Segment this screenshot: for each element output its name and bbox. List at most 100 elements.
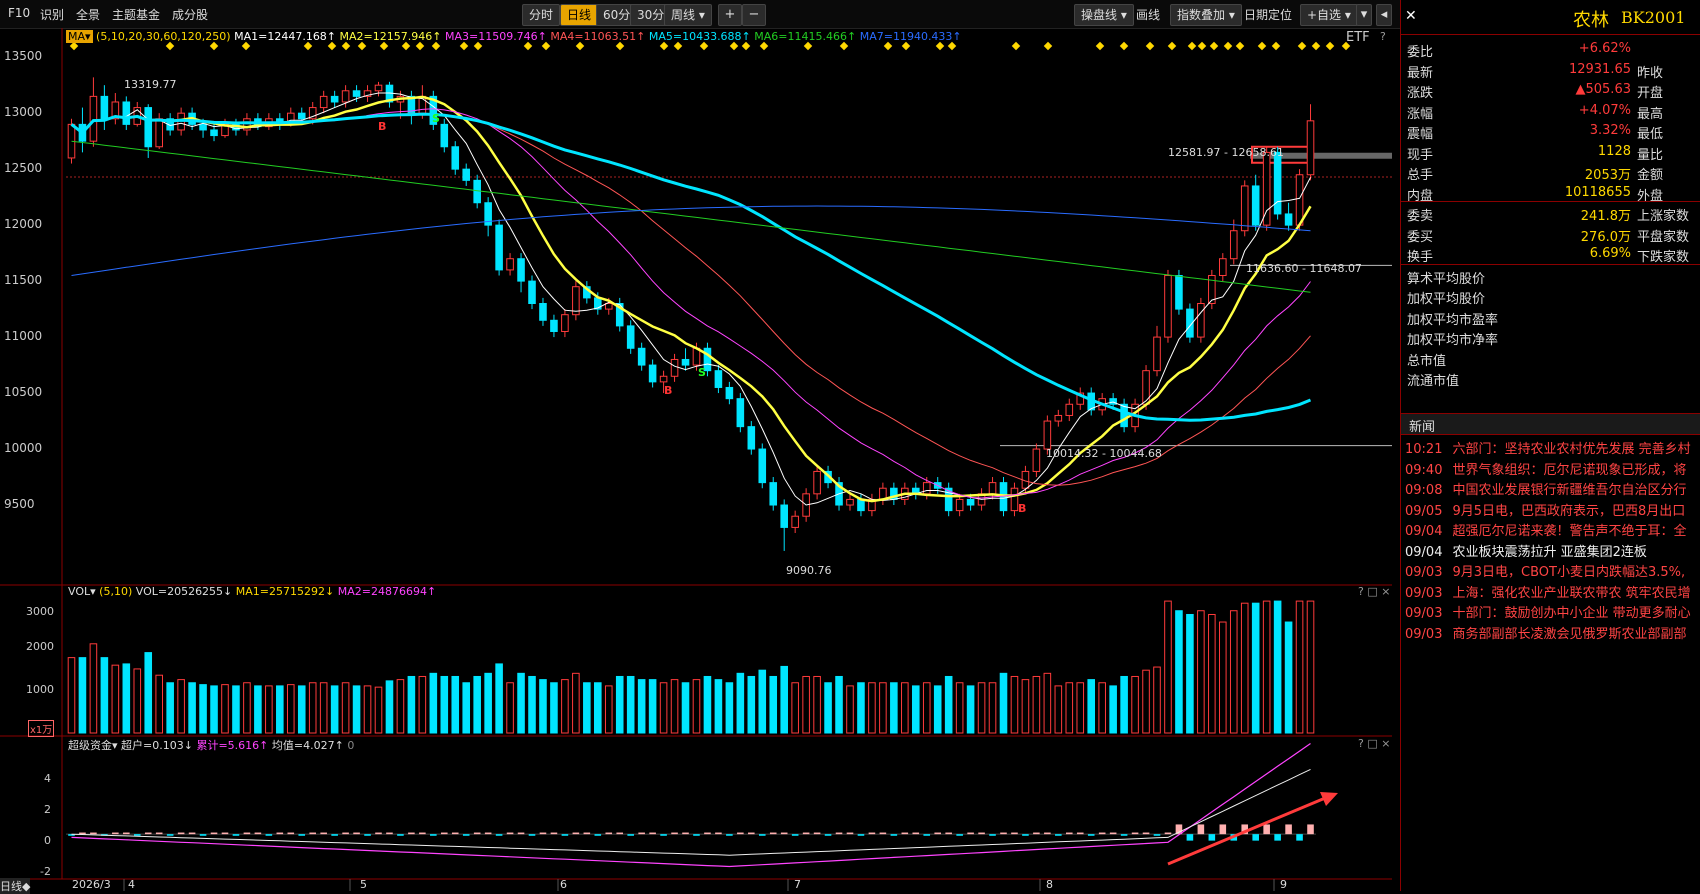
fund-bar [1274,834,1281,841]
add-watchlist-dropdown[interactable]: +自选 ▾ [1300,4,1358,26]
f10-link[interactable]: F10 [8,6,30,20]
trade-line-dropdown[interactable]: 操盘线 ▾ [1074,4,1134,26]
volume-bar [703,675,712,734]
fund-bar [1131,832,1139,835]
help-icon[interactable]: ? [1380,30,1386,43]
period-daily-button[interactable]: 日线 [560,4,599,26]
news-item[interactable]: 09:08 中国农业发展银行新疆维吾尔自治区分行 [1405,479,1700,501]
news-item[interactable]: 09/03 上海：强化农业产业联农带农 筑牢农民增 [1405,582,1700,604]
period-intraday-button[interactable]: 分时 [522,4,561,26]
panorama-link[interactable]: 全景 [76,6,100,23]
volume-bar [681,682,690,734]
volume-bar [418,675,427,734]
identify-link[interactable]: 识别 [40,6,64,23]
fund-bar [1000,832,1007,835]
candle-body [1197,303,1205,338]
news-item[interactable]: 09/04 超强厄尔尼诺来袭！警告声不绝于耳：全 [1405,520,1700,542]
fund-bar [309,832,316,835]
fund-panel-controls-icon[interactable]: ? □ × [1358,737,1390,750]
fund-bar [320,832,327,835]
quote-key: 总手 [1407,168,1434,183]
news-time: 09/03 [1405,585,1443,601]
news-item[interactable]: 09/05 9月5日电，巴西政府表示，巴西8月出口 [1405,500,1700,522]
signal-diamond [1235,41,1245,51]
candle-body [1229,230,1238,260]
volume-bar [736,672,745,734]
quote-value: 12931.65 [1568,61,1631,77]
volume-bar [615,675,624,734]
candle-body [1142,370,1150,405]
constituents-link[interactable]: 成分股 [172,6,208,23]
fund-bar [715,832,722,835]
zoom-in-button[interactable]: + [718,4,742,26]
date-locate-link[interactable]: 日期定位 [1244,6,1292,23]
fund-bar [605,832,613,835]
volume-bar [879,682,887,734]
zoom-out-button[interactable]: − [742,4,766,26]
ma-line-ma4 [71,112,1311,486]
news-item[interactable]: 09/03 商务部副部长凌激会见俄罗斯农业部副部 [1405,623,1700,645]
vol-ma1-value: MA1=25715292↓ [235,585,335,598]
candle-body [199,123,207,131]
y-label: 10000 [4,441,43,456]
vol-panel-controls-icon[interactable]: ? □ × [1358,585,1390,598]
news-headline: 商务部副部长凌激会见俄罗斯农业部副部 [1452,626,1687,642]
vol-params: (5,10) [99,585,133,598]
index-overlay-dropdown[interactable]: 指数叠加 ▾ [1170,4,1242,26]
gap-annotation-1: 12581.97 - 12658.61 [1168,146,1284,159]
candle-body [100,95,109,120]
period-toggle-button[interactable]: 日线◆ [0,878,31,894]
ma-indicator-button[interactable]: MA▾ [66,30,93,43]
fund-bar [583,832,591,835]
volume-bar [890,682,898,734]
candle-body [1295,174,1304,226]
volume-bar [933,685,942,734]
news-item[interactable]: 09/03 十部门：鼓励创办中小企业 带动更多耐心 [1405,602,1700,624]
fund-bar [353,832,360,835]
fund-bar [441,832,448,835]
fund-bar [846,832,854,835]
signal-diamond [1167,41,1177,51]
fund-indicator-button[interactable]: 超级资金▾ [68,739,118,752]
volume-bar [122,663,131,734]
chevron-down-icon: ▾ [1120,8,1127,22]
news-headline: 中国农业发展银行新疆维吾尔自治区分行 [1452,483,1687,498]
fund-bar [1263,824,1270,835]
quote-row: 现手 1128 量比 [1401,141,1700,163]
volume-bar [506,682,514,734]
buy-signal: B [378,120,387,133]
fund-bar [1186,834,1194,841]
draw-line-link[interactable]: 画线 [1136,6,1160,23]
candle-body [374,84,383,92]
fund-bar [769,832,777,835]
chevron-down-icon[interactable]: ▾ [1356,4,1372,26]
theme-fund-link[interactable]: 主题基金 [112,6,160,23]
vol-y-label: 3000 [26,605,54,618]
period-weekly-dropdown[interactable]: 周线 ▾ [664,4,712,26]
volume-bar [517,672,525,734]
x-label: 7 [794,878,801,891]
news-title: 新闻 [1409,420,1436,435]
ma-line-ma5 [70,112,1312,422]
close-icon[interactable]: ✕ [1405,8,1417,24]
trade-line-label: 操盘线 [1081,8,1118,22]
news-item[interactable]: 09/03 9月3日电，CBOT小麦日内跌幅达3.5%, [1405,561,1700,583]
volume-bar [243,682,251,734]
fund-bar [155,832,163,835]
vol-ma2-value: MA2=24876694↑ [337,585,437,598]
volume-bar [572,672,580,734]
fund-bar [123,832,130,835]
fund-bar [1087,834,1095,836]
chevron-left-icon[interactable]: ◂ [1376,4,1392,26]
news-item[interactable]: 09/04 农业板块震荡拉升 亚盛集团2连板 [1405,541,1700,563]
candle-body [659,375,668,383]
ma-legend-item: MA1=12447.168↑ [234,30,337,43]
etf-label[interactable]: ETF [1346,30,1370,45]
fund-bar [210,832,218,835]
volume-bar [1043,672,1052,734]
news-item[interactable]: 09:40 世界气象组织：厄尔尼诺现象已形成，将 [1405,459,1700,481]
vol-indicator-button[interactable]: VOL▾ [68,585,96,598]
news-item[interactable]: 10:21 六部门：坚持农业农村优先发展 完善乡村 [1405,438,1700,460]
volume-bar [177,679,185,734]
volume-bar [868,682,876,734]
